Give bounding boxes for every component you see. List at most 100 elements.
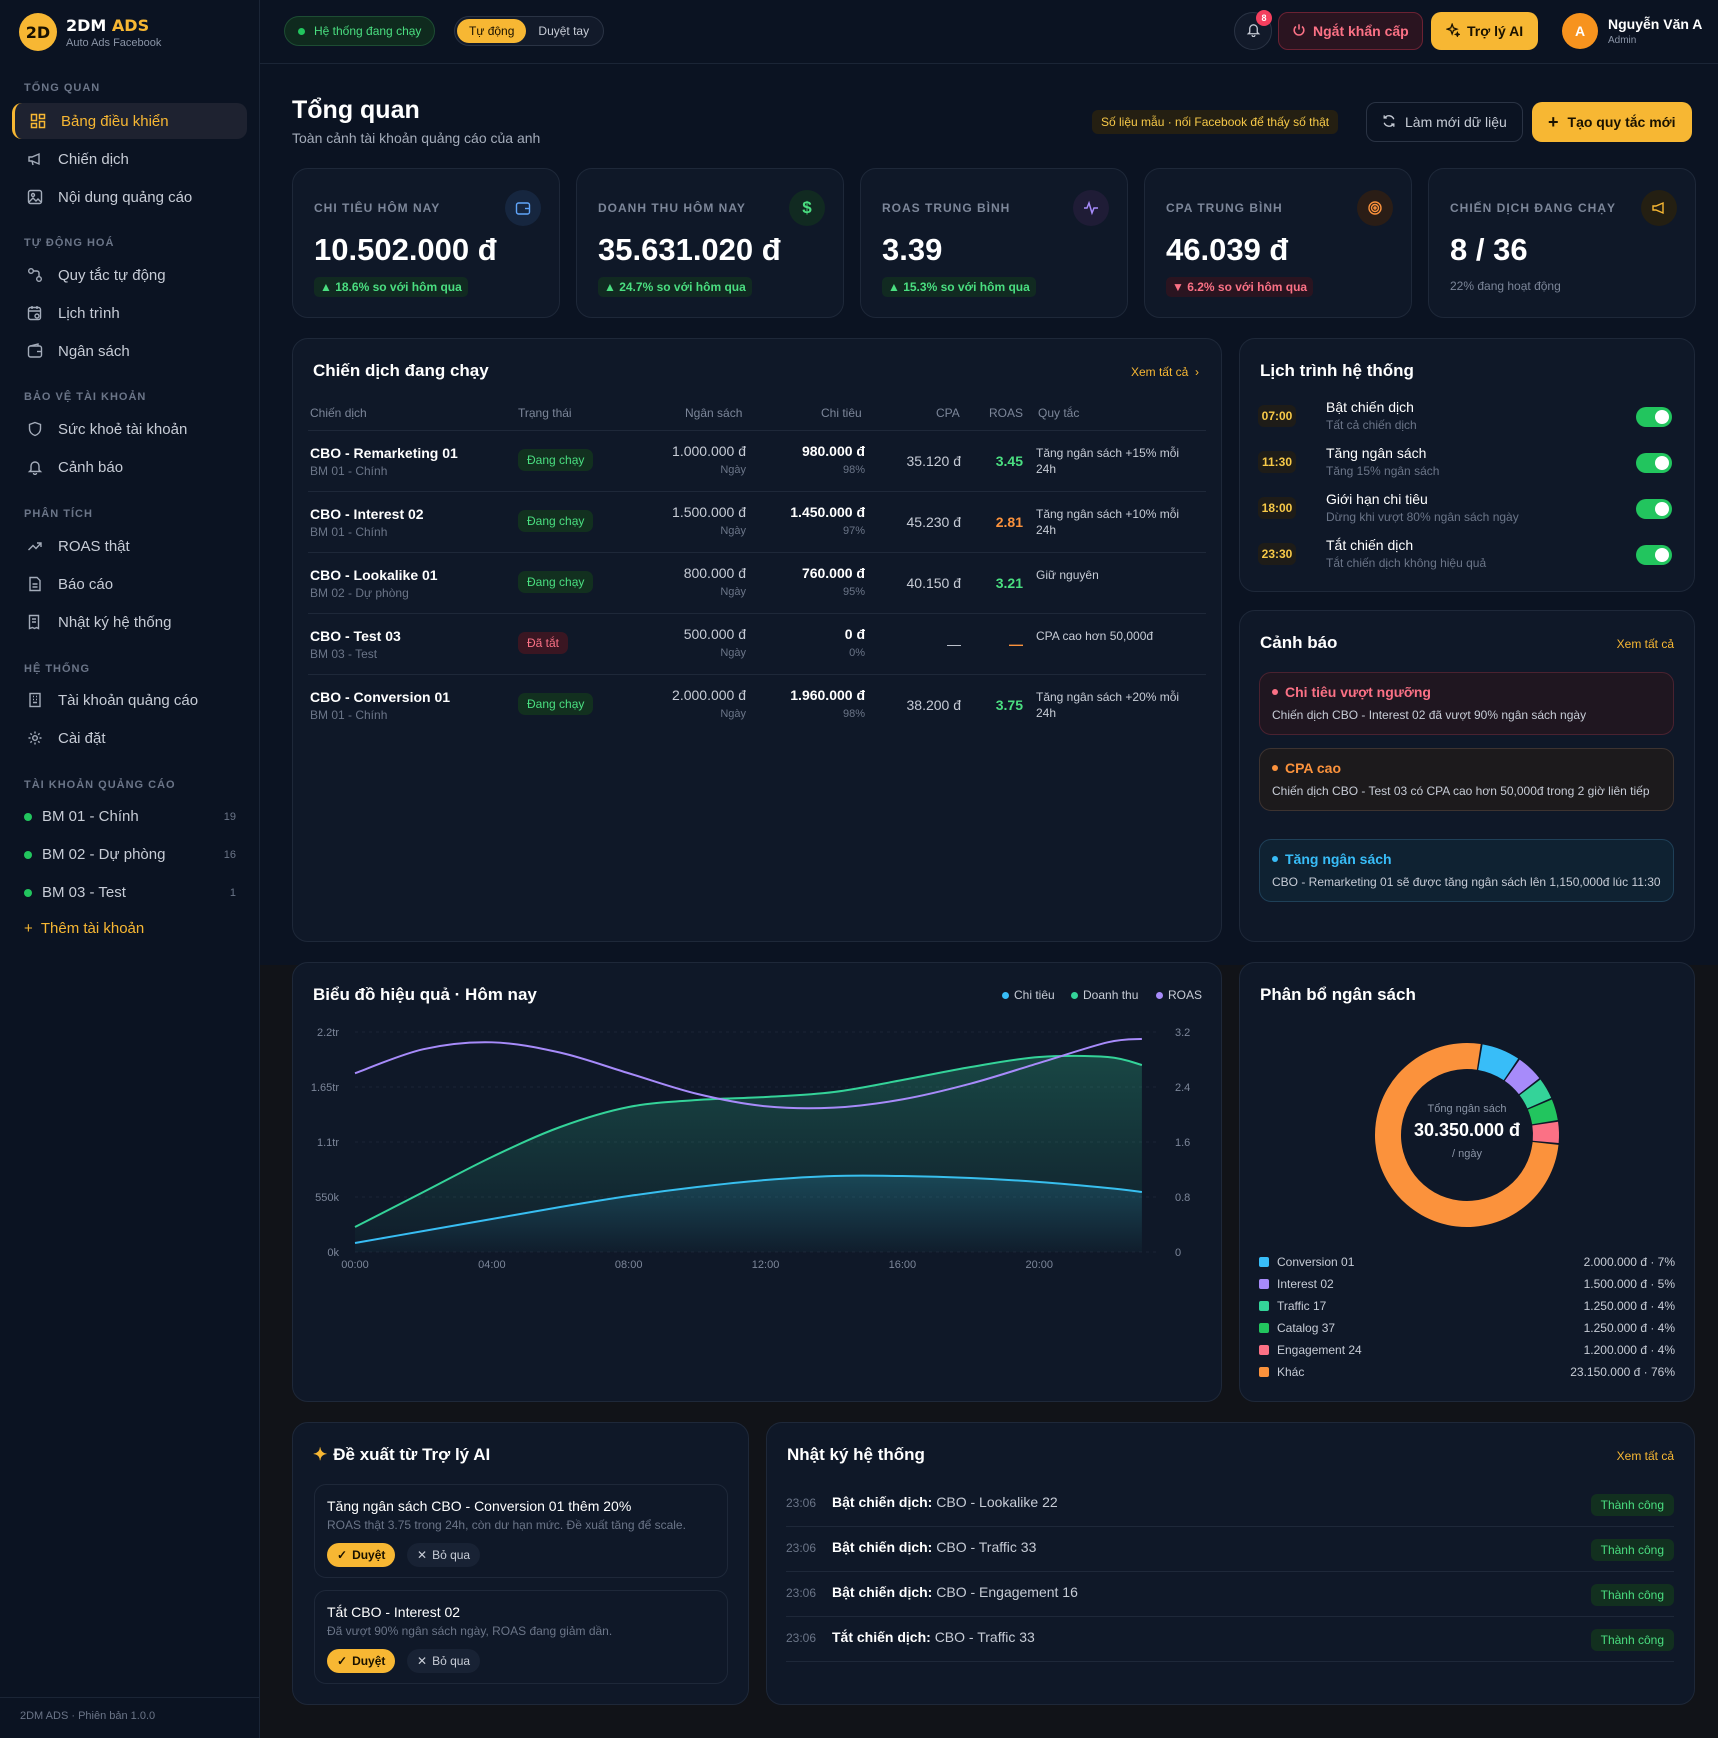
calendar-clock-icon [26,304,44,322]
campaign-bm: BM 01 - Chính [310,464,388,478]
legend-swatch [1259,1323,1269,1333]
y-left-tick: 0k [327,1247,339,1259]
campaign-name[interactable]: CBO - Lookalike 01 [310,567,438,583]
roas-value: — [1009,636,1023,652]
section-analytics: PHÂN TÍCH [24,508,93,520]
schedule-item: 11:30 Tăng ngân sách Tăng 15% ngân sách [1258,441,1672,485]
column-header[interactable]: Chiến dịch [310,406,367,420]
alert-item[interactable]: Tăng ngân sách CBO - Remarketing 01 sẽ đ… [1259,839,1674,902]
column-header[interactable]: Quy tắc [1038,406,1079,420]
mode-toggle[interactable]: Tự động Duyệt tay [454,16,605,46]
log-view-all-link[interactable]: Xem tất cả [1617,1449,1674,1463]
approve-button[interactable]: ✓ Duyệt [327,1543,396,1567]
x-tick: 08:00 [615,1259,643,1271]
sidebar-item-real-roas[interactable]: ROAS thật [12,528,247,564]
account-item[interactable]: BM 03 - Test 1 [24,884,236,901]
campaign-name[interactable]: CBO - Test 03 [310,628,401,644]
ai-assistant-button[interactable]: Trợ lý AI [1431,12,1539,50]
avatar[interactable]: A [1562,13,1598,49]
create-rule-button[interactable]: + Tạo quy tắc mới [1532,102,1692,142]
sidebar-item-ad-content[interactable]: Nội dung quảng cáo [12,179,247,215]
skip-button[interactable]: ✕ Bỏ qua [407,1543,481,1567]
section-account-protection: BẢO VỆ TÀI KHOẢN [24,391,147,403]
kpi-label: DOANH THU HÔM NAY [598,201,746,215]
kpi-label: CPA TRUNG BÌNH [1166,201,1283,215]
budget-legend-item: Interest 02 1.500.000 đ · 5% [1259,1277,1675,1291]
skip-button[interactable]: ✕ Bỏ qua [407,1649,481,1673]
user-role: Admin [1608,35,1637,46]
budget-period: Ngày [720,708,746,720]
table-row[interactable]: CBO - Remarketing 01 BM 01 - Chính Đang … [308,430,1206,491]
suggestion-desc: Đã vượt 90% ngân sách ngày, ROAS đang gi… [327,1624,613,1638]
account-item[interactable]: BM 01 - Chính 19 [24,808,236,825]
x-tick: 12:00 [752,1259,780,1271]
sidebar-item-ad-accounts[interactable]: Tài khoản quảng cáo [12,682,247,718]
sidebar-item-dashboard[interactable]: Bảng điều khiển [12,103,247,139]
status-badge: Đang chạy [518,571,594,593]
wallet-icon [26,342,44,360]
table-row[interactable]: CBO - Test 03 BM 03 - Test Đã tắt 500.00… [308,613,1206,674]
alert-item[interactable]: CPA cao Chiến dịch CBO - Test 03 có CPA … [1259,748,1674,811]
sample-data-badge: Số liệu mẫu · nối Facebook để thấy số th… [1092,110,1339,134]
schedule-toggle[interactable] [1636,453,1672,473]
schedule-item: 07:00 Bật chiến dịch Tất cả chiến dịch [1258,395,1672,439]
emergency-stop-button[interactable]: Ngắt khẩn cấp [1278,12,1423,50]
brand-subtitle: Auto Ads Facebook [66,36,162,49]
sidebar-item-budget[interactable]: Ngân sách [12,333,247,369]
schedule-toggle[interactable] [1636,407,1672,427]
column-header[interactable]: Trạng thái [518,406,572,420]
column-header[interactable]: ROAS [989,406,1023,420]
rule-text: Giữ nguyên [1036,568,1099,582]
sidebar-item-label: Quy tắc tự động [58,266,166,284]
sidebar-item-label: Chiến dịch [58,150,129,168]
legend-name: Traffic 17 [1277,1299,1327,1313]
y-left-tick: 2.2tr [317,1027,339,1039]
schedule-toggle[interactable] [1636,545,1672,565]
table-row[interactable]: CBO - Interest 02 BM 01 - Chính Đang chạ… [308,491,1206,552]
kpi-change: ▲ 15.3% so với hôm qua [882,277,1036,297]
sidebar-item-schedule[interactable]: Lịch trình [12,295,247,331]
spend-value: 1.960.000 đ [790,687,865,703]
alert-item[interactable]: Chi tiêu vượt ngưỡng Chiến dịch CBO - In… [1259,672,1674,735]
close-icon: ✕ [417,1548,428,1562]
mode-auto-button[interactable]: Tự động [457,19,527,43]
brand[interactable]: 2D 2DM ADS Auto Ads Facebook [19,13,161,51]
column-header[interactable]: CPA [936,406,960,420]
legend-item: ROAS [1156,988,1202,1002]
column-header[interactable]: Ngân sách [685,406,742,420]
sidebar-item-system-log[interactable]: Nhật ký hệ thống [12,604,247,640]
sidebar-item-settings[interactable]: Cài đặt [12,720,247,756]
refresh-data-button[interactable]: Làm mới dữ liệu [1366,102,1523,142]
status-badge: Đã tắt [518,632,569,654]
sidebar-item-reports[interactable]: Báo cáo [12,566,247,602]
legend-swatch [1259,1257,1269,1267]
campaign-name[interactable]: CBO - Conversion 01 [310,689,450,705]
approve-button[interactable]: ✓ Duyệt [327,1649,396,1673]
topbar: Hệ thống đang chạy Tự động Duyệt tay 8 N… [260,0,1718,64]
schedule-item: 18:00 Giới hạn chi tiêu Dừng khi vượt 80… [1258,487,1672,531]
column-header[interactable]: Chi tiêu [821,406,862,420]
legend-value: 2.000.000 đ · 7% [1583,1255,1675,1269]
account-item[interactable]: BM 02 - Dự phòng 16 [24,846,236,863]
table-row[interactable]: CBO - Conversion 01 BM 01 - Chính Đang c… [308,674,1206,735]
image-icon [26,188,44,206]
mode-manual-button[interactable]: Duyệt tay [526,19,601,43]
alert-desc: Chiến dịch CBO - Test 03 có CPA cao hơn … [1272,784,1650,798]
sidebar-item-account-health[interactable]: Sức khoẻ tài khoản [12,411,247,447]
sidebar-item-auto-rules[interactable]: Quy tắc tự động [12,257,247,293]
table-row[interactable]: CBO - Lookalike 01 BM 02 - Dự phòng Đang… [308,552,1206,613]
campaign-name[interactable]: CBO - Interest 02 [310,506,424,522]
log-row: 23:06 Bật chiến dịch: CBO - Traffic 33 T… [786,1527,1674,1572]
campaign-name[interactable]: CBO - Remarketing 01 [310,445,458,461]
log-status-badge: Thành công [1590,1584,1674,1606]
sidebar-item-campaigns[interactable]: Chiến dịch [12,141,247,177]
dashboard-icon [29,112,47,130]
add-account-button[interactable]: + Thêm tài khoản [24,920,144,937]
y-left-tick: 1.65tr [311,1082,339,1094]
sidebar-item-label: Cảnh báo [58,458,124,476]
sidebar-item-alerts[interactable]: Cảnh báo [12,449,247,485]
alerts-view-all-link[interactable]: Xem tất cả [1617,637,1674,651]
campaigns-view-all-link[interactable]: Xem tất cả › [1131,365,1199,379]
sidebar-item-label: Tài khoản quảng cáo [58,691,199,709]
schedule-toggle[interactable] [1636,499,1672,519]
